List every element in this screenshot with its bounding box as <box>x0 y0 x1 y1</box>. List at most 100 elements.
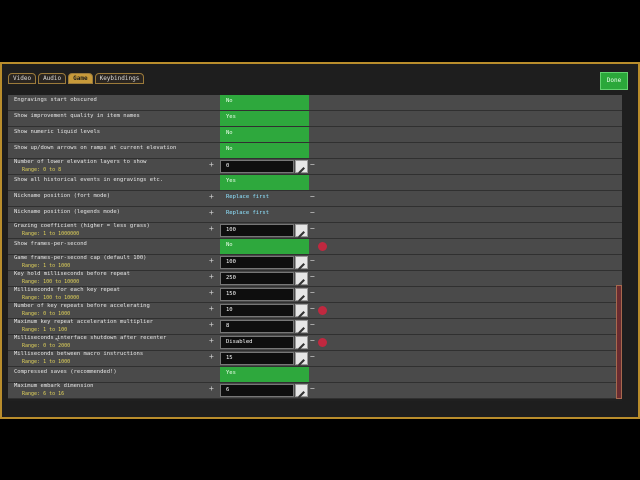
edit-pencil-icon[interactable] <box>295 272 308 286</box>
mouse-cursor-icon: ↖ <box>55 335 60 343</box>
increase-button[interactable]: + <box>209 336 214 345</box>
decrease-button[interactable]: − <box>310 160 315 169</box>
tab-audio[interactable]: Audio <box>38 73 67 84</box>
increase-button[interactable]: + <box>209 224 214 233</box>
decrease-button[interactable]: − <box>310 352 315 361</box>
increase-button[interactable]: + <box>209 192 214 201</box>
number-value: 6 <box>226 387 230 393</box>
number-input[interactable]: 250 <box>220 272 294 285</box>
number-input[interactable]: 8 <box>220 320 294 333</box>
setting-row: Key hold milliseconds before repeat Range… <box>8 271 622 287</box>
decrease-button[interactable]: − <box>310 304 315 313</box>
scrollbar[interactable] <box>616 285 622 399</box>
toggle-value: No <box>226 130 233 136</box>
option-value[interactable]: Replace first <box>226 194 269 200</box>
decrease-button[interactable]: − <box>310 208 315 217</box>
setting-row: Milliseconds between macro instructions R… <box>8 351 622 367</box>
decrease-button[interactable]: − <box>310 384 315 393</box>
toggle-button[interactable]: No <box>220 95 309 110</box>
setting-label: Show frames-per-second <box>14 241 87 247</box>
setting-label: Compressed saves (recommended!) <box>14 369 117 375</box>
setting-row: Show numeric liquid levels No <box>8 127 622 143</box>
decrease-button[interactable]: − <box>310 288 315 297</box>
setting-range: Range: 0 to 1000 <box>22 311 71 317</box>
toggle-value: Yes <box>226 178 236 184</box>
number-input[interactable]: 150 <box>220 288 294 301</box>
decrease-button[interactable]: − <box>310 336 315 345</box>
setting-label: Game frames-per-second cap (default 100) <box>14 255 147 261</box>
increase-button[interactable]: + <box>209 320 214 329</box>
tab-video[interactable]: Video <box>8 73 37 84</box>
edit-pencil-icon[interactable] <box>295 304 308 318</box>
setting-label: Grazing coefficient (higher = less grass… <box>14 223 150 229</box>
setting-label: Show up/down arrows on ramps at current … <box>14 145 177 151</box>
setting-range: Range: 1 to 1000 <box>22 359 71 365</box>
setting-label: Show numeric liquid levels <box>14 129 101 135</box>
setting-row: Show improvement quality in item names Ye… <box>8 111 622 127</box>
setting-range: Range: 0 to 8 <box>22 167 62 173</box>
increase-button[interactable]: + <box>209 160 214 169</box>
toggle-button[interactable]: Yes <box>220 367 309 382</box>
setting-label: Key hold milliseconds before repeat <box>14 271 130 277</box>
number-input[interactable]: 6 <box>220 384 294 397</box>
decrease-button[interactable]: − <box>310 224 315 233</box>
setting-row: Engravings start obscured No <box>8 95 622 111</box>
setting-row: Show frames-per-second No <box>8 239 622 255</box>
setting-label: Show improvement quality in item names <box>14 113 140 119</box>
decrease-button[interactable]: − <box>310 256 315 265</box>
option-value[interactable]: Replace first <box>226 210 269 216</box>
edit-pencil-icon[interactable] <box>295 384 308 398</box>
edit-pencil-icon[interactable] <box>295 160 308 174</box>
toggle-button[interactable]: Yes <box>220 175 309 190</box>
edit-pencil-icon[interactable] <box>295 336 308 350</box>
setting-row: Maximum embark dimension Range: 6 to 16 +6… <box>8 383 622 399</box>
edit-pencil-icon[interactable] <box>295 352 308 366</box>
number-input[interactable]: Disabled <box>220 336 294 349</box>
toggle-value: No <box>226 242 233 248</box>
increase-button[interactable]: + <box>209 352 214 361</box>
setting-label: Milliseconds between macro instructions <box>14 351 144 357</box>
edit-pencil-icon[interactable] <box>295 320 308 334</box>
settings-window: Video Audio Game Keybindings Done Engrav… <box>0 62 640 419</box>
setting-range: Range: 6 to 16 <box>22 391 65 397</box>
decrease-button[interactable]: − <box>310 320 315 329</box>
increase-button[interactable]: + <box>209 208 214 217</box>
toggle-button[interactable]: Yes <box>220 111 309 126</box>
number-value: 10 <box>226 307 233 313</box>
setting-label: Milliseconds interface shutdown after re… <box>14 335 167 341</box>
tab-bar: Video Audio Game Keybindings <box>8 73 145 84</box>
increase-button[interactable]: + <box>209 272 214 281</box>
edit-pencil-icon[interactable] <box>295 256 308 270</box>
increase-button[interactable]: + <box>209 384 214 393</box>
highlight-marker <box>318 306 327 315</box>
toggle-value: Yes <box>226 370 236 376</box>
done-button[interactable]: Done <box>600 72 628 90</box>
highlight-marker <box>318 338 327 347</box>
number-input[interactable]: 15 <box>220 352 294 365</box>
number-input[interactable]: 10 <box>220 304 294 317</box>
setting-row: Maximum key repeat acceleration multipli… <box>8 319 622 335</box>
setting-label: Engravings start obscured <box>14 97 97 103</box>
edit-pencil-icon[interactable] <box>295 288 308 302</box>
number-input[interactable]: 0 <box>220 160 294 173</box>
tab-game[interactable]: Game <box>68 73 93 84</box>
toggle-button[interactable]: No <box>220 239 309 254</box>
number-value: 0 <box>226 163 230 169</box>
setting-row: Milliseconds for each key repeat Range: 1… <box>8 287 622 303</box>
decrease-button[interactable]: − <box>310 272 315 281</box>
edit-pencil-icon[interactable] <box>295 224 308 238</box>
toggle-button[interactable]: No <box>220 127 309 142</box>
setting-range: Range: 1 to 1000000 <box>22 231 80 237</box>
decrease-button[interactable]: − <box>310 192 315 201</box>
toggle-value: Yes <box>226 114 236 120</box>
increase-button[interactable]: + <box>209 256 214 265</box>
number-input[interactable]: 100 <box>220 256 294 269</box>
tab-keybindings[interactable]: Keybindings <box>94 73 145 84</box>
highlight-marker <box>318 242 327 251</box>
number-input[interactable]: 100 <box>220 224 294 237</box>
increase-button[interactable]: + <box>209 288 214 297</box>
toggle-button[interactable]: No <box>220 143 309 158</box>
setting-label: Nickname position (legends mode) <box>14 209 120 215</box>
increase-button[interactable]: + <box>209 304 214 313</box>
number-value: 15 <box>226 355 233 361</box>
